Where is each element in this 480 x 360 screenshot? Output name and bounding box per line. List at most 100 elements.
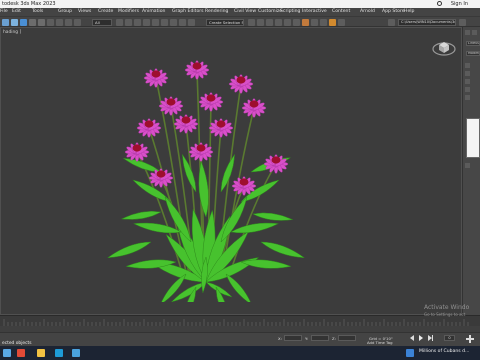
file-explorer-icon[interactable] xyxy=(37,349,45,357)
x-coordinate-field[interactable] xyxy=(284,335,302,341)
next-frame-icon[interactable] xyxy=(427,335,433,341)
graphite-toggle-icon[interactable] xyxy=(275,19,282,26)
rendered-frame-icon[interactable] xyxy=(320,19,327,26)
select-rotate-icon[interactable] xyxy=(125,19,132,26)
mirror-icon[interactable] xyxy=(248,19,255,26)
menu-animation[interactable]: Animation xyxy=(142,9,165,14)
align-icon[interactable] xyxy=(257,19,264,26)
modifier-button-4[interactable] xyxy=(465,87,470,92)
add-icon[interactable] xyxy=(466,335,474,343)
bind-spacewarp-icon[interactable] xyxy=(38,19,45,26)
menu-tools[interactable]: Tools xyxy=(32,9,43,14)
modifier-button-5[interactable] xyxy=(465,95,470,100)
leaf xyxy=(252,212,294,221)
modifier-button-3[interactable] xyxy=(465,79,470,84)
select-by-name-icon[interactable] xyxy=(56,19,63,26)
play-icon[interactable] xyxy=(418,335,424,341)
flower-cone xyxy=(236,76,246,84)
create-tab-icon[interactable] xyxy=(465,30,470,35)
previous-frame-icon[interactable] xyxy=(409,335,415,341)
render-production-icon[interactable] xyxy=(329,19,336,26)
3ds-max-taskbar-icon[interactable] xyxy=(55,349,63,357)
modifier-button-1[interactable] xyxy=(465,63,470,68)
user-icon[interactable] xyxy=(437,1,442,6)
modify-tab-icon[interactable] xyxy=(472,30,477,35)
leaf xyxy=(260,241,306,259)
time-slider[interactable] xyxy=(0,315,480,326)
sign-in-button[interactable]: Sign In xyxy=(451,1,468,7)
menu-civil-view[interactable]: Civil View xyxy=(234,9,256,14)
menu-file[interactable]: File xyxy=(0,9,8,14)
menu-modifiers[interactable]: Modifiers xyxy=(118,9,139,14)
menu-graph-editors[interactable]: Graph Editors xyxy=(172,9,204,14)
render-iteration-icon[interactable] xyxy=(338,19,345,26)
render-setup-icon[interactable] xyxy=(311,19,318,26)
menu-interactive[interactable]: Interactive xyxy=(302,9,327,14)
menu-customize[interactable]: Customize xyxy=(258,9,282,14)
flower-cone xyxy=(271,156,281,164)
menu-content[interactable]: Content xyxy=(332,9,350,14)
select-scale-icon[interactable] xyxy=(134,19,141,26)
redo-icon[interactable] xyxy=(11,19,18,26)
y-coordinate-field[interactable] xyxy=(311,335,329,341)
add-time-tag[interactable]: Add Time Tag xyxy=(367,340,392,345)
watermark-line-1: Activate Windo xyxy=(424,304,470,311)
percent-snap-icon[interactable] xyxy=(179,19,186,26)
select-object-icon[interactable] xyxy=(47,19,54,26)
rectangle-selection-icon[interactable] xyxy=(65,19,72,26)
flower-cone xyxy=(156,170,166,178)
status-bar: ected objects X: Y: Z: Grid = 0'10" Add … xyxy=(0,332,480,346)
leaf xyxy=(120,210,162,220)
object-name-field[interactable]: Line001 xyxy=(466,41,480,46)
menu-group[interactable]: Group xyxy=(58,9,72,14)
app-icon-red[interactable] xyxy=(17,349,25,357)
project-path-field[interactable]: C:\Users\WIN10\Documents\3ds Max 2023 xyxy=(398,19,456,26)
menu-create[interactable]: Create xyxy=(98,9,113,14)
place-icon[interactable] xyxy=(143,19,150,26)
selection-set-dropdown[interactable]: Create Selection Se xyxy=(206,19,244,26)
flower-cone xyxy=(166,98,176,106)
menu-scripting[interactable]: Scripting xyxy=(280,9,300,14)
schematic-view-icon[interactable] xyxy=(293,19,300,26)
layer-explorer-icon[interactable] xyxy=(266,19,273,26)
menu-views[interactable]: Views xyxy=(78,9,91,14)
angle-snap-icon[interactable] xyxy=(170,19,177,26)
unlink-icon[interactable] xyxy=(29,19,36,26)
spinner-snap-icon[interactable] xyxy=(188,19,195,26)
task-view-icon[interactable] xyxy=(3,349,11,357)
modifier-list-dropdown[interactable]: Modifier List xyxy=(466,51,480,56)
pin-stack-icon[interactable] xyxy=(465,163,470,168)
z-coordinate-field[interactable] xyxy=(338,335,356,341)
menu-help[interactable]: Help xyxy=(404,9,414,14)
app-icon-blue[interactable] xyxy=(72,349,80,357)
select-move-icon[interactable] xyxy=(116,19,123,26)
flower-cone xyxy=(151,70,161,78)
material-editor-icon[interactable] xyxy=(302,19,309,26)
current-frame-field[interactable]: 0 xyxy=(444,335,455,341)
flower-cone xyxy=(132,144,142,152)
window-crossing-icon[interactable] xyxy=(74,19,81,26)
selection-filter-dropdown[interactable]: All xyxy=(92,19,112,26)
flower-cone xyxy=(181,116,191,124)
menu-app-store[interactable]: App Store xyxy=(382,9,405,14)
flower-head xyxy=(208,118,234,138)
viewport-label[interactable]: hading ] xyxy=(3,30,21,35)
modifier-stack-list[interactable] xyxy=(466,118,480,158)
menu-rendering[interactable]: Rendering xyxy=(205,9,228,14)
browse-icon[interactable] xyxy=(459,19,466,26)
snaps-toggle-icon[interactable] xyxy=(161,19,168,26)
folder-icon[interactable] xyxy=(388,19,395,26)
viewcube-icon[interactable] xyxy=(432,37,456,57)
news-icon[interactable] xyxy=(406,349,414,357)
pivot-center-icon[interactable] xyxy=(152,19,159,26)
curve-editor-icon[interactable] xyxy=(284,19,291,26)
undo-icon[interactable] xyxy=(2,19,9,26)
menu-arnold[interactable]: Arnold xyxy=(360,9,375,14)
leaf xyxy=(198,160,209,218)
modifier-button-2[interactable] xyxy=(465,71,470,76)
news-notification[interactable]: Millions of Cubans d... xyxy=(419,349,469,354)
echinacea-plant-model[interactable] xyxy=(101,42,311,302)
perspective-viewport[interactable]: hading ] xyxy=(0,27,462,315)
link-icon[interactable] xyxy=(20,19,27,26)
menu-edit[interactable]: Edit xyxy=(12,9,21,14)
